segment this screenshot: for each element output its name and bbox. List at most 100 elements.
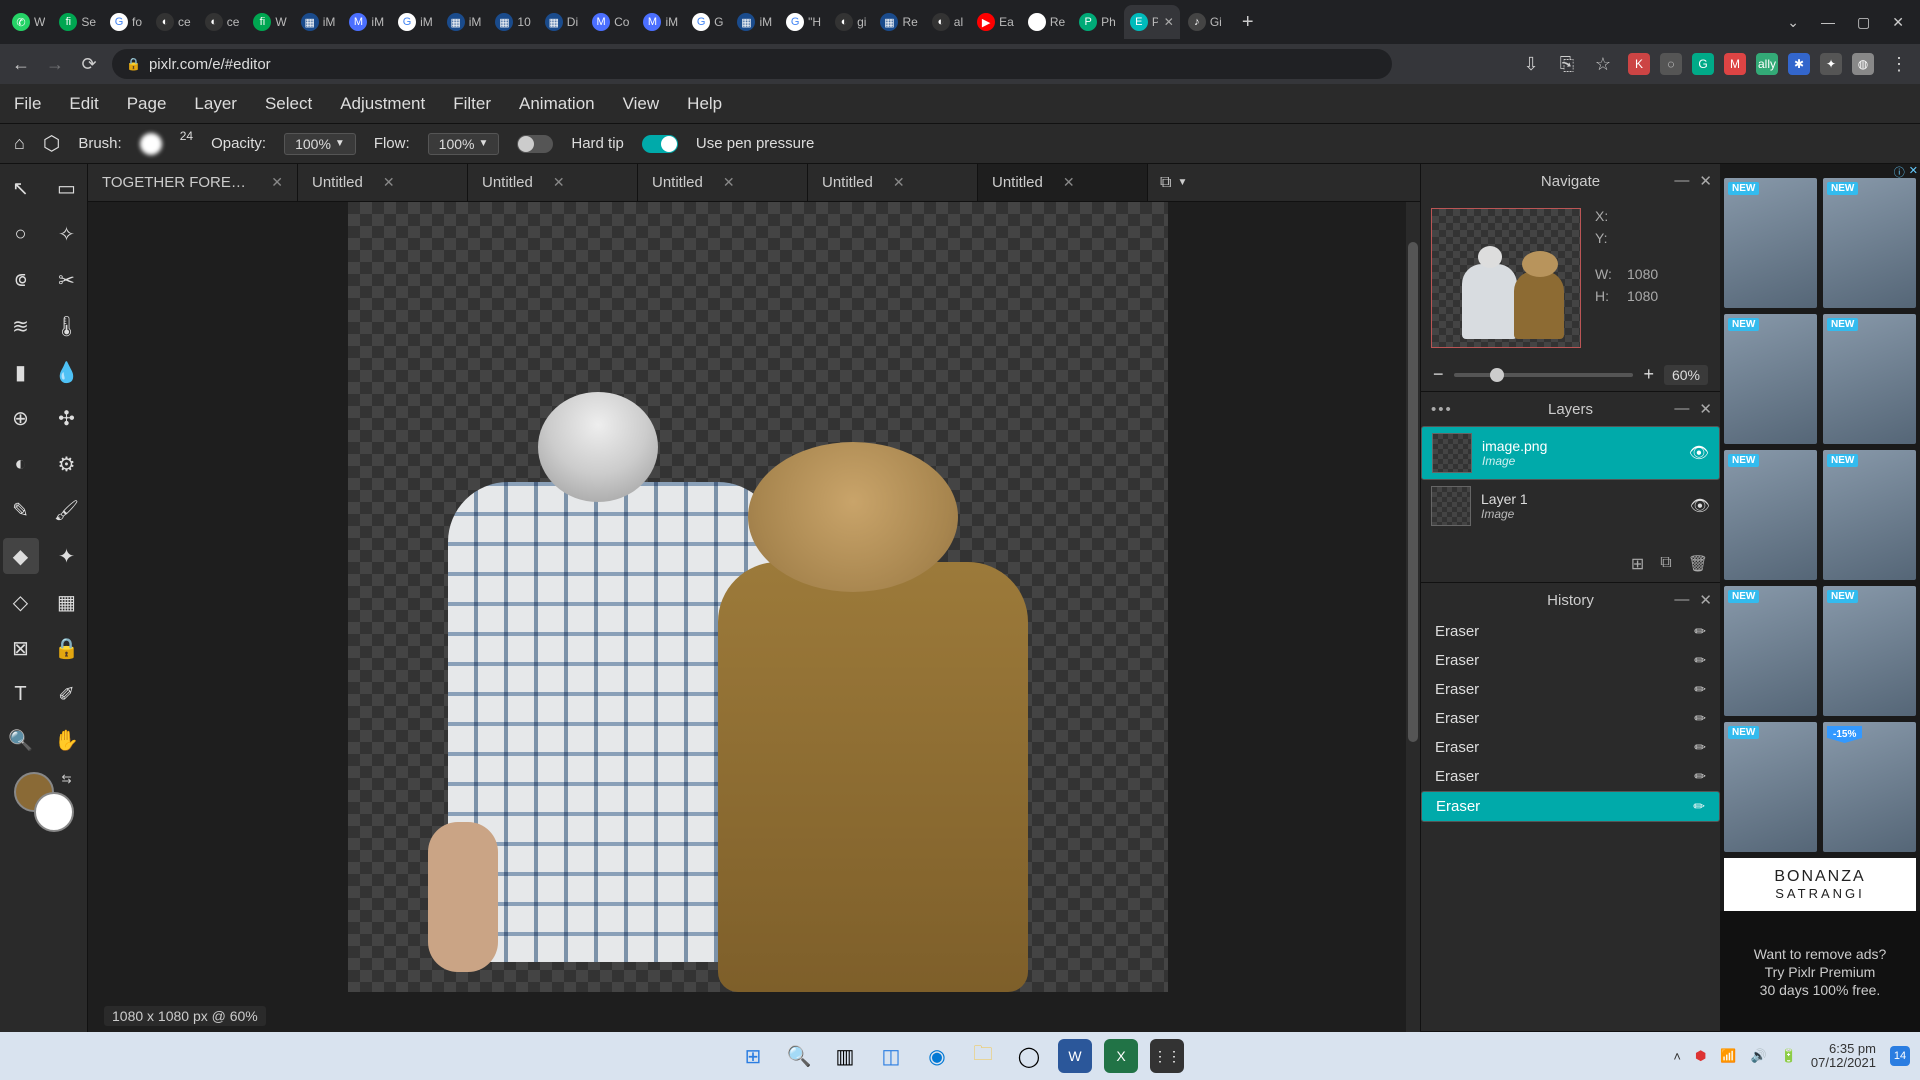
document-tab[interactable]: Untitled✕ [638,164,808,201]
tray-overflow-icon[interactable]: ˄ [1673,1049,1681,1064]
tool-button[interactable]: 🔒 [49,630,85,666]
battery-icon[interactable]: 🔋 [1781,1048,1797,1064]
browser-tab[interactable]: MiM [637,5,684,39]
ad-tile[interactable]: NEW [1724,314,1817,444]
panel-close-icon[interactable]: ✕ [1699,400,1712,418]
duplicate-layer-icon[interactable]: ⧉ [1660,554,1671,574]
menu-select[interactable]: Select [265,94,312,114]
ad-brand[interactable]: BONANZA SATRANGI [1724,858,1916,911]
history-item[interactable]: Eraser✏ [1421,617,1720,646]
ad-tile[interactable]: NEW [1724,450,1817,580]
tool-button[interactable]: ○ [3,216,39,252]
tool-button[interactable]: ↖ [3,170,39,206]
layer-visibility-icon[interactable]: 👁 [1690,496,1710,516]
history-item[interactable]: Eraser✏ [1421,675,1720,704]
tool-button[interactable]: ✦ [49,538,85,574]
tab-close-icon[interactable]: ✕ [1164,15,1174,29]
menu-help[interactable]: Help [687,94,722,114]
swap-colors-icon[interactable]: ⇆ [61,772,71,786]
zoom-value[interactable]: 60% [1664,365,1708,385]
tool-button[interactable]: ◇ [3,584,39,620]
browser-tab[interactable]: ▦iM [731,5,778,39]
layer-thumbnail[interactable] [1431,486,1471,526]
clock[interactable]: 6:35 pm 07/12/2021 [1811,1042,1876,1071]
extension-icon[interactable]: ✦ [1820,53,1842,75]
browser-tab[interactable]: GG [686,5,729,39]
delete-layer-icon[interactable]: 🗑 [1688,554,1708,574]
tool-button[interactable]: 🖌 [49,492,85,528]
layer-row[interactable]: image.pngImage 👁 [1421,426,1720,480]
excel-icon[interactable]: X [1104,1039,1138,1073]
menu-view[interactable]: View [623,94,660,114]
ad-tile[interactable]: NEW [1724,586,1817,716]
ad-tile[interactable]: NEW [1724,722,1817,852]
browser-tab[interactable]: ▶Ea [971,5,1020,39]
panel-minimize-icon[interactable]: — [1674,172,1689,190]
address-bar[interactable]: 🔒 pixlr.com/e/#editor [112,49,1392,79]
browser-tab[interactable]: ◐ce [150,5,197,39]
brush-size[interactable]: 24 [180,129,193,143]
menu-layer[interactable]: Layer [194,94,237,114]
browser-tab[interactable]: GiM [392,5,439,39]
tool-button[interactable]: ✎ [3,492,39,528]
browser-tab[interactable]: ▦iM [295,5,342,39]
tool-preset-icon[interactable]: ⬡ [43,131,60,156]
tool-button[interactable]: ✋ [49,722,85,758]
extension-icon[interactable]: ◌ [1660,53,1682,75]
doc-tab-close-icon[interactable]: ✕ [553,174,565,191]
tool-button[interactable]: 💧 [49,354,85,390]
ad-tile[interactable]: NEW [1724,178,1817,308]
volume-icon[interactable]: 🔊 [1751,1048,1767,1064]
chrome-menu-icon[interactable]: ⋮ [1888,53,1910,75]
tool-button[interactable]: ▦ [49,584,85,620]
home-icon[interactable]: ⌂ [14,133,25,154]
tool-button[interactable]: ◆ [3,538,39,574]
menu-page[interactable]: Page [127,94,167,114]
pen-pressure-toggle[interactable] [642,135,678,153]
explorer-icon[interactable]: 🗀 [966,1039,1000,1073]
tool-button[interactable]: ✣ [49,400,85,436]
menu-filter[interactable]: Filter [453,94,491,114]
browser-tab[interactable]: ◐al [926,5,969,39]
extension-icon[interactable]: M [1724,53,1746,75]
bookmark-icon[interactable]: ☆ [1592,53,1614,75]
browser-tab[interactable]: Gfo [104,5,148,39]
browser-tab[interactable]: fiSe [53,5,102,39]
doc-tab-close-icon[interactable]: ✕ [383,174,395,191]
menu-animation[interactable]: Animation [519,94,595,114]
browser-tab[interactable]: ♪Gi [1182,5,1228,39]
tool-button[interactable]: ⚙ [49,446,85,482]
app-icon[interactable]: ⋮⋮ [1150,1039,1184,1073]
ad-close-icon[interactable]: ✕ [1909,164,1918,178]
install-icon[interactable]: ⇩ [1520,53,1542,75]
tool-button[interactable]: ◐ [3,446,39,482]
wifi-icon[interactable]: 📶 [1720,1048,1736,1064]
browser-tab[interactable]: PPh [1073,5,1122,39]
extension-icon[interactable]: G [1692,53,1714,75]
browser-tab[interactable]: ▦Di [539,5,584,39]
doc-tab-close-icon[interactable]: ✕ [1063,174,1075,191]
add-layer-icon[interactable]: ⊞ [1631,554,1644,574]
panel-close-icon[interactable]: ✕ [1699,591,1712,609]
browser-tab[interactable]: ◐gi [829,5,872,39]
panel-close-icon[interactable]: ✕ [1699,172,1712,190]
zoom-out-button[interactable]: − [1433,364,1444,385]
window-close-icon[interactable]: ✕ [1892,14,1904,31]
tool-button[interactable]: ⊕ [3,400,39,436]
edge-icon[interactable]: ◉ [920,1039,954,1073]
browser-tab[interactable]: MiM [343,5,390,39]
browser-tab[interactable]: ▦Re [874,5,923,39]
canvas-area[interactable]: 1080 x 1080 px @ 60% [88,202,1420,1032]
layer-thumbnail[interactable] [1432,433,1472,473]
doc-tab-layout[interactable]: ⧉▼ [1148,164,1199,201]
search-button[interactable]: 🔍 [782,1039,816,1073]
brush-preview[interactable] [140,133,162,155]
tool-button[interactable]: ✐ [49,676,85,712]
flow-select[interactable]: 100%▼ [428,133,500,155]
window-minimize-icon[interactable]: — [1821,14,1835,30]
extension-icon[interactable]: K [1628,53,1650,75]
tool-button[interactable]: ⟃ [3,262,39,298]
browser-tab[interactable]: ·Re [1022,5,1071,39]
forward-button[interactable]: → [44,53,66,75]
premium-upsell[interactable]: Want to remove ads? Try Pixlr Premium 30… [1720,911,1920,1032]
